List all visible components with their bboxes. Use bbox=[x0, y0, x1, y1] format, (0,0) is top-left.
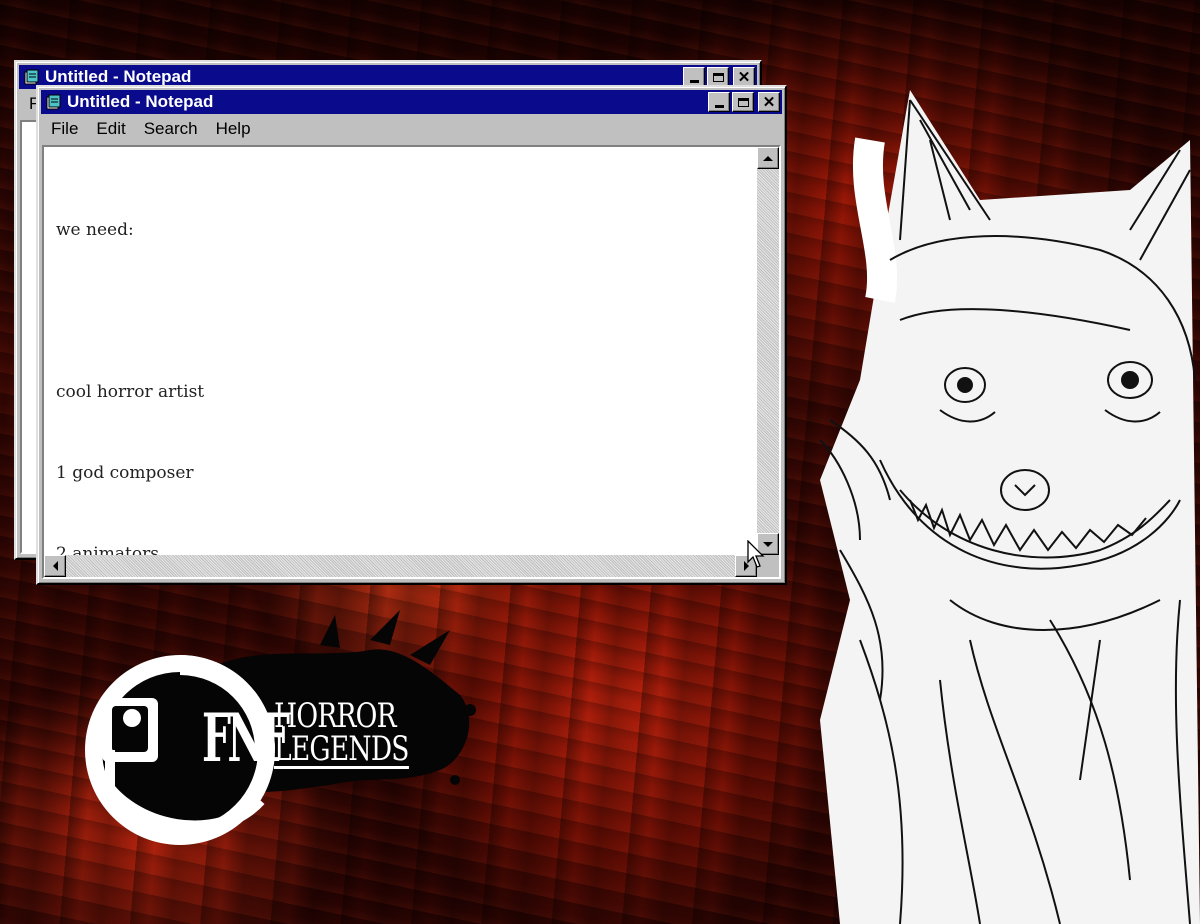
menu-bar: File Edit Search Help bbox=[42, 117, 260, 141]
cursor-icon bbox=[747, 540, 765, 568]
background-window-title: Untitled - Notepad bbox=[45, 67, 192, 86]
menu-help[interactable]: Help bbox=[207, 119, 260, 139]
menu-search[interactable]: Search bbox=[135, 119, 207, 139]
background-maximize-button[interactable] bbox=[707, 67, 729, 87]
maximize-icon bbox=[712, 72, 724, 82]
text-editor[interactable]: we need: cool horror artist 1 god compos… bbox=[42, 145, 781, 579]
background-minimize-button[interactable] bbox=[683, 67, 705, 87]
sketched-wolf-creature bbox=[819, 90, 1200, 924]
minimize-button[interactable] bbox=[708, 92, 730, 112]
notepad-icon bbox=[45, 94, 63, 110]
document-text[interactable]: we need: cool horror artist 1 god compos… bbox=[56, 163, 204, 622]
fnf-horror-legends-logo: FNF HORROR LEGENDS bbox=[70, 600, 490, 870]
arrow-up-icon bbox=[763, 155, 773, 161]
menu-file[interactable]: File bbox=[42, 119, 87, 139]
title-bar[interactable]: Untitled - Notepad ✕ bbox=[41, 90, 782, 114]
logo-legends-text: LEGENDS bbox=[274, 729, 409, 769]
vertical-scrollbar[interactable] bbox=[757, 147, 779, 555]
minimize-icon bbox=[714, 104, 724, 108]
notepad-icon bbox=[23, 69, 41, 85]
close-icon: ✕ bbox=[737, 68, 751, 86]
text-line: we need: bbox=[56, 220, 134, 240]
close-icon: ✕ bbox=[762, 93, 776, 111]
maximize-button[interactable] bbox=[732, 92, 754, 112]
scroll-left-button[interactable] bbox=[44, 555, 66, 577]
text-line bbox=[56, 298, 204, 325]
close-button[interactable]: ✕ bbox=[758, 92, 780, 112]
scroll-up-button[interactable] bbox=[757, 147, 779, 169]
notepad-window[interactable]: Untitled - Notepad ✕ File Edit Search He… bbox=[36, 85, 787, 585]
window-title: Untitled - Notepad bbox=[67, 92, 214, 111]
background-close-button[interactable]: ✕ bbox=[733, 67, 755, 87]
logo-fnf-text: FNF bbox=[202, 699, 290, 777]
minimize-icon bbox=[689, 79, 699, 83]
maximize-icon bbox=[737, 97, 749, 107]
text-line: 1 god composer bbox=[56, 463, 194, 483]
arrow-left-icon bbox=[52, 561, 58, 571]
horizontal-scrollbar[interactable] bbox=[44, 555, 757, 577]
menu-edit[interactable]: Edit bbox=[87, 119, 134, 139]
text-line: cool horror artist bbox=[56, 382, 205, 402]
logo-horror-text: HORROR bbox=[274, 696, 397, 736]
